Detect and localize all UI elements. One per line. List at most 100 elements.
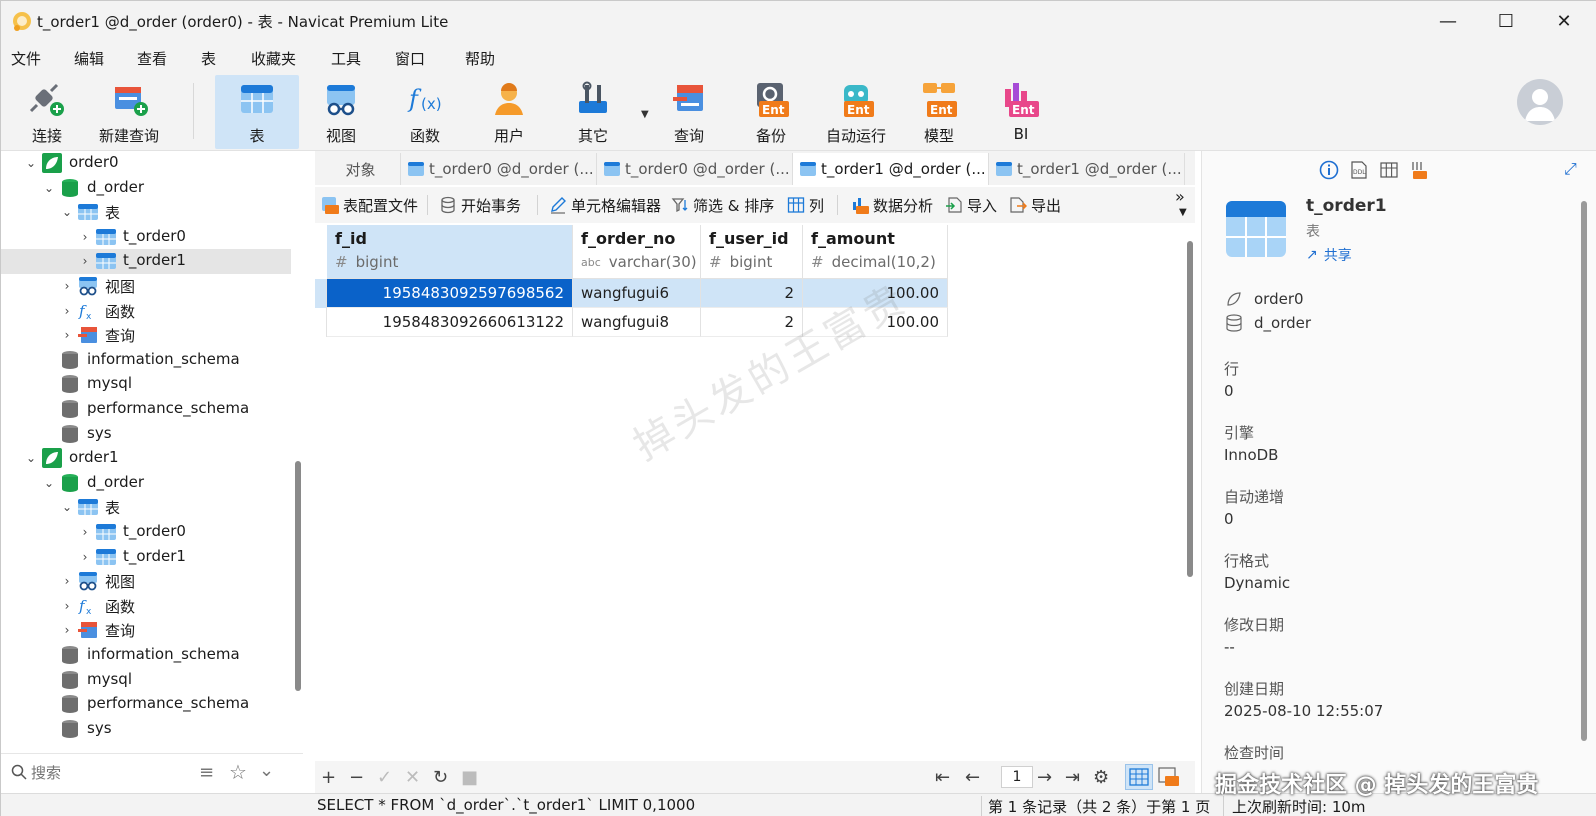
chevron-right-icon[interactable]: ›: [79, 526, 91, 538]
tab-t-order1-b[interactable]: t_order1 @d_order (...: [989, 153, 1185, 185]
chevron-right-icon[interactable]: ›: [61, 600, 73, 612]
share-link[interactable]: ↗ 共享: [1306, 245, 1352, 265]
grid-settings-button[interactable]: ⚙: [1093, 767, 1109, 788]
expand-panel-icon[interactable]: ⤢: [1564, 159, 1577, 179]
tree-item[interactable]: › t_order1: [1, 545, 291, 570]
toolbar-view-button[interactable]: 视图: [299, 75, 383, 149]
menu-table[interactable]: 表: [201, 48, 216, 69]
menu-favorites[interactable]: 收藏夹: [251, 48, 296, 69]
toolbar-table-button[interactable]: 表: [215, 75, 299, 149]
column-header-f-id[interactable]: f_id # bigint: [327, 225, 573, 279]
data-analysis-button[interactable]: 数据分析: [851, 194, 933, 216]
row-indicator[interactable]: [315, 308, 327, 337]
tab-objects[interactable]: 对象: [315, 153, 401, 185]
chevron-down-icon[interactable]: ⌄: [61, 206, 73, 218]
tree-item[interactable]: information_schema: [1, 348, 291, 373]
first-page-button[interactable]: ⇤: [935, 767, 950, 788]
chevron-right-icon[interactable]: ›: [61, 329, 73, 341]
chevron-down-icon[interactable]: ⌄: [43, 182, 55, 194]
tree-item[interactable]: › f x 函数: [1, 299, 291, 324]
column-header-f-user-id[interactable]: f_user_id # bigint: [701, 225, 803, 279]
toolbar-backup-button[interactable]: Ent 备份: [729, 75, 813, 149]
filter-lines-icon[interactable]: ≡: [199, 762, 214, 783]
table-cell[interactable]: 1958483092597698562: [327, 279, 573, 308]
more-chevron-icon[interactable]: »: [1175, 187, 1185, 206]
apply-changes-button[interactable]: ✓: [377, 767, 392, 788]
tree-item[interactable]: information_schema: [1, 643, 291, 668]
import-button[interactable]: 导入: [945, 194, 997, 216]
tree-item[interactable]: ⌄ order0: [1, 151, 291, 176]
row-indicator[interactable]: [315, 279, 327, 308]
export-button[interactable]: 导出: [1009, 194, 1061, 216]
tree-item[interactable]: ⌄ d_order: [1, 176, 291, 201]
chevron-down-icon[interactable]: ▼: [1179, 207, 1187, 218]
info-panel-scrollbar[interactable]: [1581, 201, 1587, 741]
tree-item[interactable]: ⌄ 表: [1, 200, 291, 225]
chevron-down-icon[interactable]: ⌄: [61, 501, 73, 513]
tree-item[interactable]: › 查询: [1, 323, 291, 348]
menu-window[interactable]: 窗口: [395, 48, 425, 69]
prev-page-button[interactable]: ←: [965, 767, 980, 788]
columns-preview-tab[interactable]: [1378, 159, 1400, 181]
chevron-down-icon[interactable]: ⌄: [25, 452, 37, 464]
column-header-f-amount[interactable]: f_amount # decimal(10,2): [803, 225, 948, 279]
sidebar-scrollbar[interactable]: [295, 461, 301, 691]
refresh-button[interactable]: ↻: [433, 767, 448, 788]
table-cell[interactable]: wangfugui6: [573, 279, 701, 308]
tab-t-order0-a[interactable]: t_order0 @d_order (...: [401, 153, 597, 185]
grid-view-toggle[interactable]: [1125, 764, 1153, 790]
menu-edit[interactable]: 编辑: [74, 48, 104, 69]
add-record-button[interactable]: +: [321, 767, 336, 788]
info-tab[interactable]: [1318, 159, 1340, 181]
toolbar-model-button[interactable]: Ent 模型: [897, 75, 981, 149]
table-cell[interactable]: 1958483092660613122: [327, 308, 573, 337]
toolbar-automation-button[interactable]: Ent 自动运行: [811, 75, 901, 149]
tab-t-order1-active[interactable]: t_order1 @d_order (...: [793, 153, 989, 185]
table-cell[interactable]: 2: [701, 279, 803, 308]
toolbar-function-button[interactable]: f (x) 函数: [383, 75, 467, 149]
star-icon[interactable]: ☆: [229, 760, 247, 784]
chevron-right-icon[interactable]: ›: [79, 551, 91, 563]
tree-item[interactable]: ⌄ d_order: [1, 471, 291, 496]
menu-file[interactable]: 文件: [11, 48, 41, 69]
maximize-button[interactable]: ☐: [1477, 1, 1535, 41]
menu-help[interactable]: 帮助: [465, 48, 495, 69]
columns-button[interactable]: 列: [787, 194, 824, 216]
toolbar-other-button[interactable]: 其它: [551, 75, 635, 149]
tree-item[interactable]: › 视图: [1, 569, 291, 594]
chevron-right-icon[interactable]: ›: [61, 305, 73, 317]
table-cell[interactable]: wangfugui8: [573, 308, 701, 337]
tree-item[interactable]: ⌄ order1: [1, 446, 291, 471]
toolbar-bi-button[interactable]: Ent BI: [979, 75, 1063, 149]
tree-item[interactable]: mysql: [1, 372, 291, 397]
page-number-input[interactable]: 1: [1001, 766, 1033, 788]
chevron-right-icon[interactable]: ›: [61, 575, 73, 587]
tree-item[interactable]: performance_schema: [1, 397, 291, 422]
chevron-right-icon[interactable]: ›: [79, 231, 91, 243]
tree-item[interactable]: ⌄ 表: [1, 495, 291, 520]
grid-scrollbar[interactable]: [1187, 241, 1193, 577]
delete-record-button[interactable]: −: [349, 767, 364, 788]
ddl-tab[interactable]: DDL: [1348, 159, 1370, 181]
tree-item[interactable]: › t_order0: [1, 520, 291, 545]
last-page-button[interactable]: ⇥: [1065, 767, 1080, 788]
tree-item[interactable]: › t_order0: [1, 225, 291, 250]
menu-tools[interactable]: 工具: [331, 48, 361, 69]
tab-t-order0-b[interactable]: t_order0 @d_order (...: [597, 153, 793, 185]
tree-item[interactable]: › 视图: [1, 274, 291, 299]
tree-item[interactable]: sys: [1, 717, 291, 742]
discard-changes-button[interactable]: ✕: [405, 767, 420, 788]
tree-item[interactable]: › 查询: [1, 618, 291, 643]
tree-item[interactable]: › t_order1: [1, 249, 291, 274]
tree-item[interactable]: performance_schema: [1, 692, 291, 717]
chevron-right-icon[interactable]: ›: [79, 255, 91, 267]
chevron-down-icon[interactable]: ⌄: [43, 477, 55, 489]
collapse-chevrons-icon[interactable]: ⌄: [259, 760, 274, 781]
next-page-button[interactable]: →: [1037, 767, 1052, 788]
tree-item[interactable]: mysql: [1, 668, 291, 693]
stop-button[interactable]: ■: [461, 767, 478, 788]
cell-editor-button[interactable]: 单元格编辑器: [549, 194, 661, 216]
table-profile-button[interactable]: 表配置文件: [321, 194, 418, 216]
toolbar-user-button[interactable]: 用户: [467, 75, 551, 149]
chevron-right-icon[interactable]: ›: [61, 624, 73, 636]
